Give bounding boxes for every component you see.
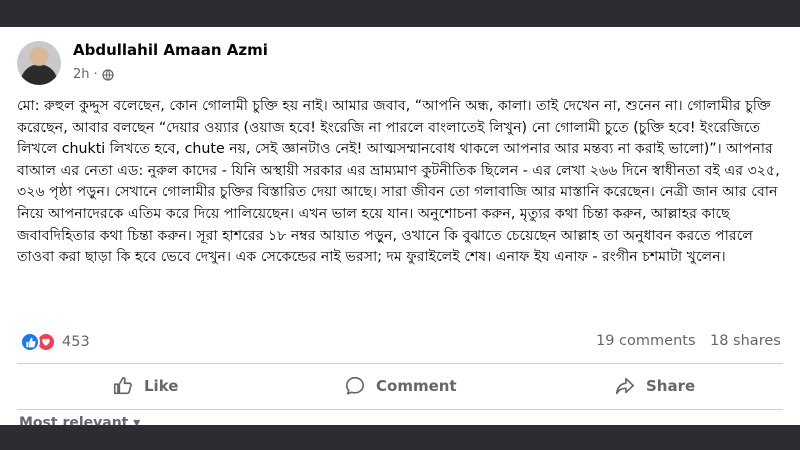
share-arrow-icon	[615, 377, 635, 395]
comment-sort-dropdown[interactable]: Most relevant ▾	[19, 415, 140, 425]
share-button[interactable]: Share	[614, 372, 695, 400]
post-meta: 2h ·	[73, 67, 114, 82]
avatar[interactable]	[17, 41, 61, 85]
comment-sort-label: Most relevant	[19, 415, 129, 425]
author-name[interactable]: Abdullahil Amaan Azmi	[73, 41, 268, 59]
divider-bottom	[17, 409, 783, 410]
comments-count[interactable]: 19 comments	[596, 333, 696, 349]
thumbs-up-icon	[113, 376, 132, 395]
post-time[interactable]: 2h	[73, 67, 90, 82]
share-label: Share	[646, 377, 696, 395]
comment-label: Comment	[376, 377, 457, 395]
globe-icon[interactable]	[102, 68, 114, 81]
comment-button[interactable]: Comment	[344, 372, 457, 400]
like-label: Like	[144, 377, 179, 395]
like-button[interactable]: Like	[112, 372, 178, 400]
reaction-count: 453	[62, 334, 90, 350]
shares-count[interactable]: 18 shares	[710, 333, 781, 349]
meta-separator: ·	[93, 67, 98, 82]
post-text: মো: রুহুল কুদ্দুস বলেছেন, কোন গোলামী চুক…	[17, 98, 780, 266]
chevron-down-icon: ▾	[133, 415, 141, 425]
like-reaction-icon	[20, 332, 40, 352]
post-card: Abdullahil Amaan Azmi 2h · মো: রুহুল কুদ…	[0, 27, 800, 425]
bottom-letterbox	[0, 425, 800, 450]
speech-bubble-icon	[345, 376, 365, 395]
top-letterbox	[0, 0, 800, 27]
divider-top	[17, 363, 783, 364]
reaction-summary[interactable]: 453	[20, 332, 90, 352]
